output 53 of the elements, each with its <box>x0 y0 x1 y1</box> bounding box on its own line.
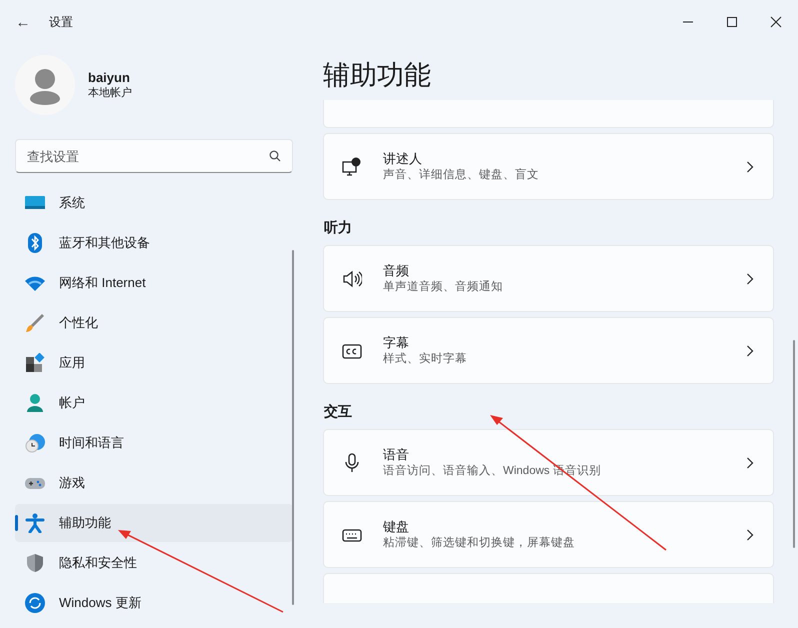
nav-item[interactable]: 个性化 <box>15 304 293 342</box>
nav-item[interactable]: 时间和语言 <box>15 424 293 462</box>
monitor-speech-icon <box>342 156 362 176</box>
settings-card[interactable]: 讲述人 声音、详细信息、键盘、盲文 <box>323 133 774 200</box>
nav-item[interactable]: 网络和 Internet <box>15 264 293 302</box>
scrollbar[interactable] <box>292 250 294 605</box>
chevron-icon <box>746 344 754 356</box>
shield-icon <box>25 553 45 573</box>
card-subtitle: 样式、实时字幕 <box>383 351 468 367</box>
person-icon <box>25 393 45 413</box>
card-title: 音频 <box>383 262 410 279</box>
back-button[interactable]: ← <box>15 14 31 30</box>
maximize-icon[interactable] <box>726 16 738 28</box>
avatar-icon <box>15 55 75 115</box>
bluetooth-icon <box>25 233 45 253</box>
card-title: 讲述人 <box>383 150 423 167</box>
page-title: 辅助功能 <box>323 59 432 92</box>
account-type: 本地帐户 <box>88 86 132 101</box>
nav-item[interactable]: 蓝牙和其他设备 <box>15 224 293 262</box>
nav-item[interactable]: Windows 更新 <box>15 584 293 622</box>
search-field[interactable]: 查找设置 <box>15 139 293 173</box>
nav-item[interactable]: 辅助功能 <box>15 504 293 542</box>
card-title: 字幕 <box>383 334 410 351</box>
user-name: baiyun <box>88 69 131 86</box>
card-subtitle: 单声道音频、音频通知 <box>383 279 504 295</box>
section-heading: 听力 <box>323 218 353 237</box>
accessibility-icon <box>25 513 45 533</box>
section-heading: 交互 <box>323 402 353 421</box>
globe-clock-icon <box>25 433 45 453</box>
scrollbar[interactable] <box>793 340 795 548</box>
settings-card[interactable]: 键盘 粘滞键、筛选键和切换键，屏幕键盘 <box>323 501 774 568</box>
chevron-icon <box>746 528 754 540</box>
chevron-icon <box>746 160 754 172</box>
refresh-icon <box>25 593 45 613</box>
apps-icon <box>25 353 45 373</box>
paintbrush-icon <box>25 313 45 333</box>
nav-item[interactable]: 帐户 <box>15 384 293 422</box>
settings-card[interactable]: 字幕 样式、实时字幕 <box>323 317 774 384</box>
speaker-icon <box>342 268 362 288</box>
card-title: 键盘 <box>383 518 410 535</box>
chevron-icon <box>746 272 754 284</box>
search-icon[interactable] <box>269 150 281 162</box>
card-subtitle: 粘滞键、筛选键和切换键，屏幕键盘 <box>383 536 576 551</box>
close-icon[interactable] <box>770 16 782 28</box>
window-title: 设置 <box>49 14 73 30</box>
nav-item[interactable]: 系统 <box>15 184 293 222</box>
nav-item[interactable]: 隐私和安全性 <box>15 544 293 582</box>
card-subtitle: 声音、详细信息、键盘、盲文 <box>383 167 540 183</box>
chevron-icon <box>746 456 754 468</box>
nav-item[interactable]: 游戏 <box>15 464 293 502</box>
card-title: 语音 <box>383 446 410 463</box>
settings-card[interactable]: 音频 单声道音频、音频通知 <box>323 245 774 312</box>
nav-item[interactable]: 应用 <box>15 344 293 382</box>
